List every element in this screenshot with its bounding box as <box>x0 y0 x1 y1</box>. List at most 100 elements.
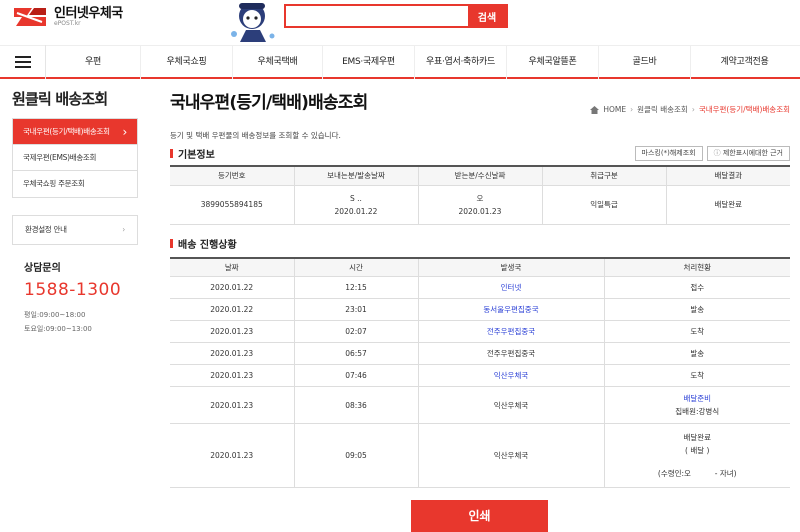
env-settings-link[interactable]: 환경설정 안내 › <box>12 215 138 245</box>
office-link[interactable]: 전주우편집중국 <box>487 327 535 336</box>
date-cell: 2020.01.23 <box>170 320 294 343</box>
nav-item-goldbar[interactable]: 골드바 <box>599 44 691 79</box>
home-icon <box>590 105 600 114</box>
breadcrumb-oneclick[interactable]: 원클릭 배송조회 <box>637 104 688 115</box>
masking-off-button[interactable]: 마스킹(*)해제조회 <box>634 146 703 161</box>
office-cell: 익산우체국 <box>417 364 604 387</box>
date-cell: 2020.01.23 <box>170 386 294 424</box>
col-reg-no: 등기번호 <box>170 166 294 186</box>
restriction-basis-button[interactable]: ⓘ 제한표시에대한 근거 <box>706 146 790 161</box>
sidebar-menu: 국내우편(등기/택배)배송조회 국제우편(EMS)배송조회 우체국쇼핑 주문조회 <box>12 118 138 198</box>
status-detail: ( 배달 ) <box>685 446 710 455</box>
recv-date: 2020.01.23 <box>458 206 502 216</box>
date-cell: 2020.01.23 <box>170 423 294 488</box>
status-courier: 집배원:강병식 <box>675 407 720 416</box>
menu-icon[interactable] <box>0 44 46 79</box>
breadcrumb-current: 국내우편(등기/택배)배송조회 <box>698 105 790 114</box>
date-cell: 2020.01.23 <box>170 342 294 365</box>
nav-item-contract[interactable]: 계약고객전용 <box>691 45 798 79</box>
chevron-right-icon: › <box>630 105 634 114</box>
col-office: 발생국 <box>417 257 604 277</box>
search-input[interactable] <box>286 6 468 26</box>
send-date: 2020.01.22 <box>334 206 378 216</box>
office-cell: 전주우편집중국 <box>417 342 604 365</box>
time-cell: 09:05 <box>293 423 418 488</box>
office-link[interactable]: 동서울우편집중국 <box>483 305 538 314</box>
date-cell: 2020.01.23 <box>170 364 294 387</box>
reg-no-cell: 3899055894185 <box>170 185 294 225</box>
time-cell: 08:36 <box>293 386 418 424</box>
date-cell: 2020.01.22 <box>170 298 294 321</box>
cs-saturday-hours: 토요일:09:00~13:00 <box>24 325 92 333</box>
table-row: 2020.01.22 12:15 인터넷 접수 <box>170 276 790 299</box>
table-row: 2020.01.23 08:36 익산우체국 배달준비 집배원:강병식 <box>170 386 790 424</box>
col-type: 취급구분 <box>541 166 666 186</box>
col-time: 시간 <box>293 257 418 277</box>
customer-service: 상담문의 1588-1300 평일:09:00~18:00 토요일:09:00~… <box>12 259 138 336</box>
main-content: 국내우편(등기/택배)배송조회 HOME › 원클릭 배송조회 › 국내우편(등… <box>170 88 790 488</box>
cs-phone-number: 1588-1300 <box>24 280 122 300</box>
receiver-name: 오 <box>476 193 484 203</box>
office-cell: 동서울우편집중국 <box>417 298 604 321</box>
status-text: 배달완료 <box>683 433 712 442</box>
left-sidebar: 원클릭 배송조회 국내우편(등기/택배)배송조회 국제우편(EMS)배송조회 우… <box>12 88 138 336</box>
nav-item-phone[interactable]: 우체국알뜰폰 <box>507 44 599 79</box>
sidebar-item-domestic[interactable]: 국내우편(등기/택배)배송조회 <box>13 119 137 145</box>
time-cell: 02:07 <box>293 320 418 343</box>
status-cell: 배달준비 집배원:강병식 <box>603 386 790 424</box>
nav-item-parcel[interactable]: 우체국택배 <box>233 44 323 79</box>
type-cell: 익일특급 <box>541 185 666 225</box>
sender-name: S .. <box>350 193 362 203</box>
print-button[interactable]: 인쇄 <box>411 500 548 532</box>
status-cell: 발송 <box>603 298 790 321</box>
date-cell: 2020.01.22 <box>170 276 294 299</box>
chevron-right-icon: › <box>691 105 695 114</box>
col-date: 날짜 <box>170 257 294 277</box>
sidebar-title: 원클릭 배송조회 <box>12 90 108 108</box>
cs-weekday-hours: 평일:09:00~18:00 <box>24 311 86 319</box>
table-row: 2020.01.22 23:01 동서울우편집중국 발송 <box>170 298 790 321</box>
receiver-cell: 오 2020.01.23 <box>417 185 542 225</box>
nav-item-ems[interactable]: EMS·국제우편 <box>323 44 415 79</box>
office-cell: 인터넷 <box>417 276 604 299</box>
time-cell: 06:57 <box>293 342 418 365</box>
tracking-heading: 배송 진행상황 <box>170 236 790 251</box>
chevron-right-icon: › <box>122 225 125 234</box>
office-cell: 익산우체국 <box>417 423 604 488</box>
global-nav: 우편 우체국쇼핑 우체국택배 EMS·국제우편 우표·엽서·축하카드 우체국알뜰… <box>0 44 800 79</box>
sender-cell: S .. 2020.01.22 <box>293 185 418 225</box>
restriction-basis-label: 제한표시에대한 근거 <box>722 148 783 158</box>
office-cell: 익산우체국 <box>417 386 604 424</box>
status-cell: 도착 <box>603 320 790 343</box>
sidebar-item-ems[interactable]: 국제우편(EMS)배송조회 <box>13 145 137 171</box>
table-row: 2020.01.23 07:46 익산우체국 도착 <box>170 364 790 387</box>
nav-item-shopping[interactable]: 우체국쇼핑 <box>141 44 233 79</box>
result-cell: 배달완료 <box>665 185 790 225</box>
question-icon: ⓘ <box>713 148 721 158</box>
table-row: 3899055894185 S .. 2020.01.22 오 2020.01.23… <box>170 185 790 225</box>
col-receiver: 받는분/수신날짜 <box>417 166 542 186</box>
time-cell: 12:15 <box>293 276 418 299</box>
epost-logo[interactable]: 인터넷우체국 ePOST.kr <box>12 4 123 30</box>
sidebar-item-shopping-order[interactable]: 우체국쇼핑 주문조회 <box>13 171 137 197</box>
tracking-table: 날짜 시간 발생국 처리현황 2020.01.22 12:15 인터넷 접수 2… <box>170 256 790 488</box>
nav-item-mail[interactable]: 우편 <box>46 44 141 79</box>
breadcrumb: HOME › 원클릭 배송조회 › 국내우편(등기/택배)배송조회 <box>590 104 790 115</box>
office-cell: 전주우편집중국 <box>417 320 604 343</box>
basic-info-table: 등기번호 보내는분/발송날짜 받는분/수신날짜 취급구분 배달결과 389905… <box>170 165 790 225</box>
post-logo-icon <box>14 8 46 26</box>
breadcrumb-home[interactable]: HOME <box>603 105 626 114</box>
table-row: 2020.01.23 02:07 전주우편집중국 도착 <box>170 320 790 343</box>
col-result: 배달결과 <box>665 166 790 186</box>
nav-item-stamps[interactable]: 우표·엽서·축하카드 <box>415 44 507 79</box>
office-link[interactable]: 익산우체국 <box>494 371 529 380</box>
table-row: 2020.01.23 06:57 전주우편집중국 발송 <box>170 342 790 365</box>
status-cell: 도착 <box>603 364 790 387</box>
status-link[interactable]: 배달준비 <box>683 394 711 403</box>
col-sender: 보내는분/발송날짜 <box>293 166 418 186</box>
table-row: 2020.01.23 09:05 익산우체국 배달완료 ( 배달 ) (수령인:… <box>170 423 790 488</box>
time-cell: 07:46 <box>293 364 418 387</box>
mascot-icon <box>231 3 275 42</box>
search-button[interactable]: 검색 <box>468 6 506 26</box>
office-link[interactable]: 인터넷 <box>501 283 522 292</box>
